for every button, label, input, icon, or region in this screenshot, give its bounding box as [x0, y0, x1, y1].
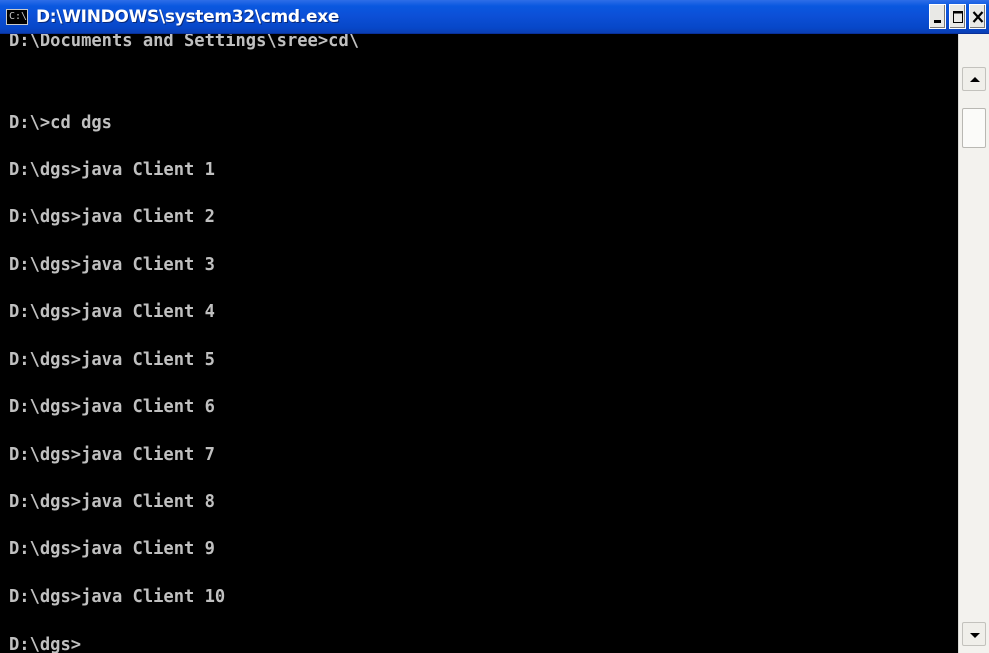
minimize-button[interactable] [929, 4, 946, 29]
console-line: D:\dgs>java Client 8 [9, 491, 215, 512]
console-line: D:\dgs>java Client 4 [9, 301, 215, 322]
minimize-icon [934, 20, 941, 23]
console-line: D:\dgs>java Client 7 [9, 444, 215, 465]
console-line: D:\dgs>java Client 1 [9, 159, 215, 180]
scroll-down-button[interactable] [962, 622, 986, 646]
scroll-up-button[interactable] [962, 67, 986, 91]
title-bar[interactable]: C:\ D:\WINDOWS\system32\cmd.exe [0, 0, 989, 34]
window-title: D:\WINDOWS\system32\cmd.exe [36, 7, 340, 27]
cmd-console-icon[interactable]: C:\ [6, 9, 28, 25]
console-line: D:\dgs>java Client 10 [9, 586, 226, 607]
console-line: D:\dgs>java Client 6 [9, 396, 215, 417]
maximize-button[interactable] [949, 4, 966, 29]
maximize-icon [953, 11, 963, 23]
scroll-down-arrow-icon [970, 633, 980, 638]
vertical-scrollbar[interactable] [958, 34, 989, 653]
scroll-up-arrow-icon [970, 77, 980, 82]
console-line: D:\dgs>java Client 3 [9, 254, 215, 275]
console-output[interactable]: D:\Documents and Settings\sree>cd\ D:\>c… [0, 34, 958, 653]
scrollbar-thumb[interactable] [962, 108, 986, 148]
console-line: D:\dgs> [9, 634, 82, 653]
close-button[interactable] [969, 4, 986, 29]
console-line: D:\>cd dgs [9, 112, 112, 133]
close-icon [972, 11, 984, 23]
console-line: D:\Documents and Settings\sree>cd\ [9, 34, 360, 51]
console-line: D:\dgs>java Client 5 [9, 349, 215, 370]
cmd-window: C:\ D:\WINDOWS\system32\cmd.exe D:\Docum… [0, 0, 989, 653]
console-line: D:\dgs>java Client 2 [9, 206, 215, 227]
console-line: D:\dgs>java Client 9 [9, 538, 215, 559]
